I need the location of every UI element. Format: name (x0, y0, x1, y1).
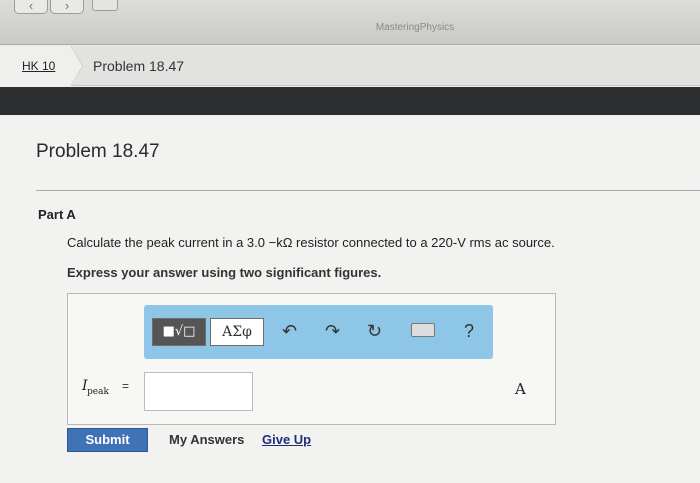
help-button[interactable]: ? (464, 321, 474, 341)
page-title: Problem 18.47 (36, 141, 160, 162)
breadcrumb-assignment-link[interactable]: HK 10 (22, 59, 55, 73)
math-toolbar: ■√□ ΑΣφ ↶ ↷ ↻ ? (144, 305, 493, 359)
window-title: MasteringPhysics (375, 22, 455, 33)
redo-icon[interactable]: ↷ (325, 321, 340, 341)
tabs-icon[interactable] (92, 0, 118, 11)
breadcrumb-problem: Problem 18.47 (93, 58, 185, 74)
forward-icon[interactable]: › (50, 0, 84, 14)
divider (36, 190, 700, 191)
reset-icon[interactable]: ↻ (367, 321, 382, 341)
undo-icon[interactable]: ↶ (282, 321, 297, 341)
instruction-text: Express your answer using two significan… (67, 265, 382, 280)
templates-button[interactable]: ■√□ (152, 318, 206, 346)
header-band (0, 87, 700, 115)
nav-buttons: ‹ › (14, 0, 84, 14)
variable-subscript: peak (87, 387, 109, 397)
answer-input[interactable] (144, 372, 253, 411)
answer-area: ■√□ ΑΣφ ↶ ↷ ↻ ? I peak = A (67, 293, 556, 425)
equals-sign: = (122, 379, 130, 393)
breadcrumb: HK 10 Problem 18.47 (0, 46, 700, 86)
main-content: Problem 18.47 Part A Calculate the peak … (0, 115, 700, 483)
window-titlebar: ‹ › MasteringPhysics (0, 0, 700, 45)
breadcrumb-assignment[interactable]: HK 10 (0, 46, 83, 86)
back-icon[interactable]: ‹ (14, 0, 48, 14)
keyboard-icon[interactable] (411, 323, 435, 337)
symbols-button[interactable]: ΑΣφ (210, 318, 264, 346)
submit-button[interactable]: Submit (67, 428, 148, 452)
part-label: Part A (38, 207, 76, 222)
my-answers-link[interactable]: My Answers (169, 432, 244, 447)
unit-label: A (515, 380, 526, 398)
question-text: Calculate the peak current in a 3.0 −kΩ … (67, 235, 555, 250)
give-up-link[interactable]: Give Up (262, 432, 311, 447)
